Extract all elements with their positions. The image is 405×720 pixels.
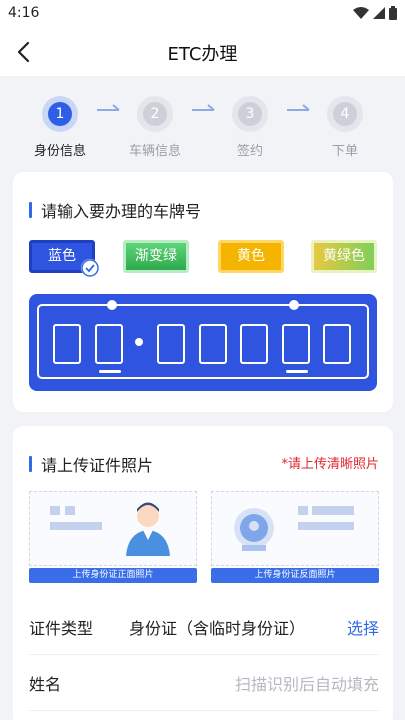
id-back-frame: [211, 491, 379, 566]
plate-separator-dot: [135, 338, 143, 346]
status-bar: 4:16: [0, 0, 405, 28]
status-time: 4:16: [8, 5, 40, 21]
step-label: 身份信息: [33, 144, 86, 159]
step-order: 4 下单: [305, 96, 385, 159]
title-accent-bar: [29, 202, 32, 218]
check-icon: [81, 259, 99, 277]
id-back-caption: 上传身份证反面照片: [211, 568, 379, 583]
id-back-upload[interactable]: 上传身份证反面照片: [211, 491, 379, 583]
plate-color-gradient-green-button[interactable]: 渐变绿: [123, 240, 189, 273]
wifi-icon: [353, 7, 369, 19]
id-type-label: 证件类型: [29, 618, 94, 638]
plate-frame: [37, 300, 369, 379]
plate-char-box-6[interactable]: [282, 324, 310, 364]
step-sign: 3 签约: [210, 96, 290, 159]
id-front-caption: 上传身份证正面照片: [29, 568, 197, 583]
id-front-upload[interactable]: 上传身份证正面照片: [29, 491, 197, 583]
step-circle: 1: [42, 96, 78, 132]
step-label: 下单: [331, 144, 358, 159]
step-circle: 2: [137, 96, 173, 132]
plate-rivet: [289, 300, 299, 310]
plate-color-yellow-button[interactable]: 黄色: [218, 240, 284, 273]
id-back-illustration: [234, 506, 354, 551]
plate-char-box-2[interactable]: [95, 324, 123, 364]
id-type-value: 身份证（含临时身份证）: [129, 618, 306, 638]
plate-char-box-1[interactable]: [53, 324, 81, 364]
signal-icon: [373, 7, 385, 19]
id-type-select-link[interactable]: 选择: [347, 615, 379, 639]
status-icons: [353, 6, 397, 20]
license-plate-input[interactable]: [29, 294, 377, 391]
name-label: 姓名: [29, 674, 62, 694]
color-label: 黄绿色: [323, 248, 365, 264]
progress-steps: 1 身份信息 2 车辆信息 3 签约 4 下单: [0, 76, 405, 162]
color-label: 黄色: [237, 248, 265, 264]
step-identity-info: 1 身份信息: [20, 96, 100, 159]
upload-hint: *请上传清晰照片: [281, 457, 379, 472]
step-number: 1: [48, 102, 72, 126]
section-title: 请上传证件照片: [29, 452, 153, 476]
plate-rivet: [107, 300, 117, 310]
title-accent-bar: [29, 456, 32, 472]
step-circle: 4: [327, 96, 363, 132]
plate-char-box-7[interactable]: [323, 324, 351, 364]
plate-mount-line: [286, 370, 308, 373]
page-title: ETC办理: [167, 44, 238, 65]
plate-section-title: 请输入要办理的车牌号: [41, 202, 202, 221]
step-circle: 3: [232, 96, 268, 132]
plate-color-yellow-green-button[interactable]: 黄绿色: [311, 240, 377, 273]
upload-id-card: 请上传证件照片 *请上传清晰照片 上传身份证正面照片 上传身份证反面照片 证件类…: [13, 426, 393, 720]
plate-char-box-4[interactable]: [199, 324, 227, 364]
step-number: 2: [143, 102, 167, 126]
step-label: 签约: [236, 144, 263, 159]
id-front-frame: [29, 491, 197, 566]
color-label: 渐变绿: [135, 248, 177, 264]
plate-char-box-5[interactable]: [240, 324, 268, 364]
step-label: 车辆信息: [128, 144, 181, 159]
step-number: 3: [238, 102, 262, 126]
nav-bar: ETC办理: [0, 28, 405, 76]
upload-section-title: 请上传证件照片: [41, 456, 154, 475]
name-field[interactable]: 扫描识别后自动填充: [129, 671, 379, 695]
plate-number-card: 请输入要办理的车牌号 蓝色 渐变绿 黄色 黄绿色: [13, 172, 393, 412]
color-label: 蓝色: [48, 248, 76, 264]
plate-color-blue-button[interactable]: 蓝色: [29, 240, 99, 277]
id-front-illustration: [50, 502, 170, 556]
section-title: 请输入要办理的车牌号: [29, 198, 201, 222]
id-type-row: 证件类型 身份证（含临时身份证） 选择: [29, 599, 379, 655]
name-row: 姓名 扫描识别后自动填充: [29, 655, 379, 711]
step-number: 4: [333, 102, 357, 126]
step-vehicle-info: 2 车辆信息: [115, 96, 195, 159]
battery-icon: [389, 6, 397, 20]
plate-mount-line: [99, 370, 121, 373]
plate-char-box-3[interactable]: [157, 324, 185, 364]
